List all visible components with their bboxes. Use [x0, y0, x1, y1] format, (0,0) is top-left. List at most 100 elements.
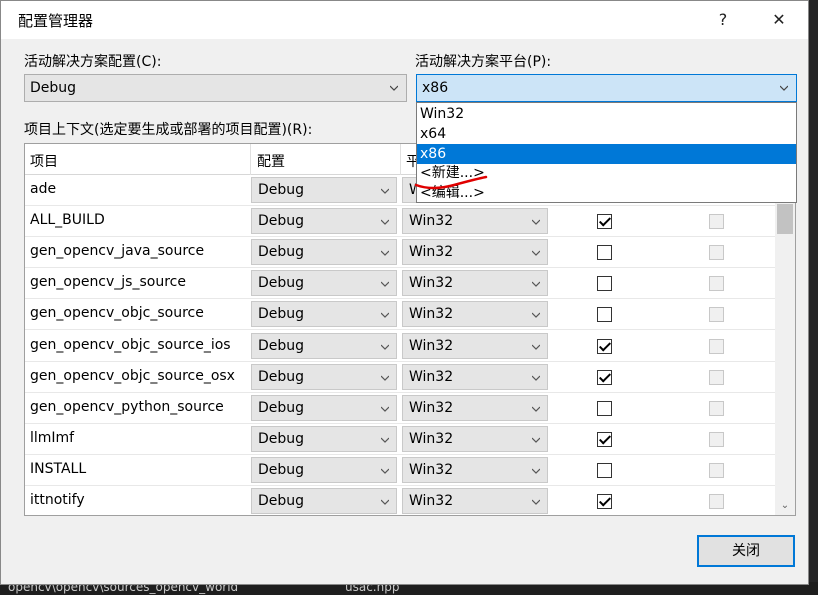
chevron-down-icon: [381, 468, 389, 474]
grid-label: 项目上下文(选定要生成或部署的项目配置)(R):: [24, 122, 313, 138]
header-config[interactable]: 配置: [257, 151, 285, 171]
chevron-down-icon: [381, 281, 389, 288]
build-checkbox[interactable]: [597, 214, 612, 230]
row-platform-combo[interactable]: Win32: [402, 363, 548, 390]
row-config-value: Debug: [258, 368, 305, 385]
project-name: ittnotify: [30, 492, 85, 508]
chevron-down-icon: [381, 312, 389, 319]
build-checkbox[interactable]: [597, 494, 612, 509]
background-scroll-area: [808, 0, 818, 595]
project-name: gen_opencv_java_source: [30, 243, 205, 260]
row-platform-value: Win32: [409, 337, 454, 354]
header-project[interactable]: 项目: [30, 151, 58, 171]
platform-option[interactable]: x64: [417, 124, 796, 144]
chevron-down-icon: [381, 188, 389, 194]
row-config-combo[interactable]: Debug: [251, 208, 397, 235]
table-row[interactable]: gen_opencv_java_source Debug Win32: [25, 237, 775, 269]
project-name: ade: [30, 181, 57, 197]
platform-label: 活动解决方案平台(P):: [415, 54, 552, 70]
row-platform-combo[interactable]: Win32: [402, 456, 548, 483]
row-platform-combo[interactable]: Win32: [402, 239, 548, 266]
row-platform-combo[interactable]: Win32: [402, 270, 548, 297]
build-checkbox[interactable]: [597, 462, 612, 478]
chevron-down-icon: [532, 437, 540, 443]
scrollbar-thumb[interactable]: [777, 204, 793, 234]
row-config-value: Debug: [258, 182, 305, 198]
row-config-combo[interactable]: Debug: [251, 425, 397, 452]
build-checkbox[interactable]: [597, 431, 612, 447]
platform-option[interactable]: x86: [417, 143, 796, 164]
chevron-down-icon: [381, 375, 389, 381]
table-row[interactable]: gen_opencv_js_source Debug Win32: [25, 268, 775, 300]
table-row[interactable]: gen_opencv_objc_source_osx Debug Win32: [25, 362, 775, 393]
chevron-down-icon: [532, 250, 540, 257]
chevron-down-icon: [381, 499, 389, 505]
row-config-combo[interactable]: Debug: [251, 177, 397, 203]
row-config-combo[interactable]: Debug: [251, 488, 397, 514]
row-config-value: Debug: [258, 244, 305, 261]
build-checkbox[interactable]: [597, 400, 612, 416]
row-platform-combo[interactable]: Win32: [402, 488, 548, 514]
chevron-down-icon: [381, 250, 389, 257]
close-button[interactable]: 关闭: [697, 535, 795, 567]
red-annotation-underline: [414, 175, 488, 190]
row-config-combo[interactable]: Debug: [251, 301, 397, 328]
row-platform-combo[interactable]: Win32: [402, 301, 548, 328]
project-name: gen_opencv_objc_source_osx: [30, 367, 235, 384]
deploy-checkbox: [709, 462, 724, 478]
header-divider: [250, 144, 251, 175]
deploy-checkbox: [709, 494, 724, 509]
project-name: llmImf: [30, 429, 75, 446]
title-bar: 配置管理器 ? ✕: [1, 1, 808, 39]
chevron-down-icon: [381, 219, 389, 225]
table-row[interactable]: gen_opencv_python_source Debug Win32: [25, 393, 775, 424]
row-platform-value: Win32: [409, 493, 454, 509]
help-button[interactable]: ?: [703, 5, 743, 35]
configuration-manager-dialog: 配置管理器 ? ✕ 活动解决方案配置(C): Debug 活动解决方案平台(P)…: [0, 0, 809, 585]
row-config-value: Debug: [258, 275, 305, 292]
row-platform-combo[interactable]: Win32: [402, 208, 548, 235]
build-checkbox[interactable]: [597, 338, 612, 354]
chevron-down-icon: [532, 499, 540, 505]
row-config-combo[interactable]: Debug: [251, 456, 397, 483]
chevron-down-icon: [381, 406, 389, 412]
project-name: INSTALL: [30, 460, 87, 477]
scroll-down-icon[interactable]: ⌄: [780, 501, 790, 511]
build-checkbox[interactable]: [597, 276, 612, 292]
row-platform-combo[interactable]: Win32: [402, 332, 548, 359]
chevron-down-icon: [532, 312, 540, 319]
table-row[interactable]: gen_opencv_objc_source Debug Win32: [25, 299, 775, 331]
row-config-value: Debug: [258, 493, 305, 509]
deploy-checkbox: [709, 214, 724, 230]
row-platform-combo[interactable]: Win32: [402, 394, 548, 421]
row-platform-value: Win32: [409, 399, 454, 416]
chevron-down-icon: [532, 219, 540, 225]
header-divider: [400, 144, 401, 175]
row-config-combo[interactable]: Debug: [251, 394, 397, 421]
platform-option[interactable]: Win32: [417, 104, 796, 124]
build-checkbox[interactable]: [597, 245, 612, 261]
platform-combo[interactable]: x86: [416, 74, 797, 102]
row-config-combo[interactable]: Debug: [251, 270, 397, 297]
chevron-down-icon: [532, 406, 540, 412]
row-config-combo[interactable]: Debug: [251, 332, 397, 359]
table-row[interactable]: ittnotify Debug Win32: [25, 486, 775, 515]
close-window-button[interactable]: ✕: [759, 5, 799, 35]
row-platform-combo[interactable]: Win32: [402, 425, 548, 452]
table-row[interactable]: gen_opencv_objc_source_ios Debug Win32: [25, 331, 775, 362]
build-checkbox[interactable]: [597, 369, 612, 385]
chevron-down-icon: [381, 437, 389, 443]
deploy-checkbox: [709, 369, 724, 385]
row-config-combo[interactable]: Debug: [251, 363, 397, 390]
row-config-combo[interactable]: Debug: [251, 239, 397, 266]
table-row[interactable]: llmImf Debug Win32: [25, 424, 775, 455]
chevron-down-icon: [532, 468, 540, 474]
chevron-down-icon: [390, 85, 398, 91]
platform-value: x86: [422, 80, 449, 96]
row-platform-value: Win32: [409, 461, 454, 478]
table-row[interactable]: ALL_BUILD Debug Win32: [25, 206, 775, 238]
config-combo[interactable]: Debug: [24, 74, 407, 102]
build-checkbox[interactable]: [597, 307, 612, 323]
row-platform-value: Win32: [409, 275, 454, 292]
table-row[interactable]: INSTALL Debug Win32: [25, 455, 775, 486]
